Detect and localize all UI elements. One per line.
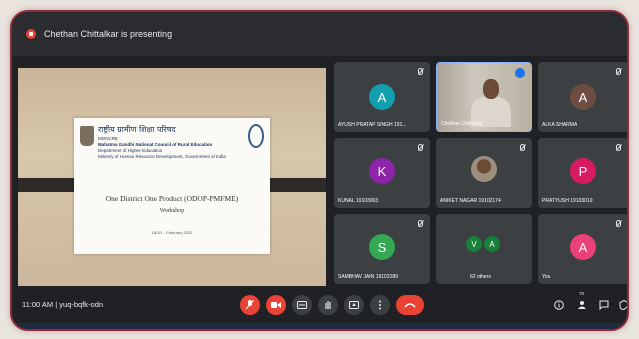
more-options-button[interactable]	[370, 295, 390, 315]
meet-window: Chethan Chittalkar is presenting राष्ट्र…	[10, 10, 629, 331]
participant-tile[interactable]: Chethan Chittalkar	[436, 62, 532, 132]
org-name: Mahatma Gandhi National Council of Rural…	[98, 142, 213, 147]
avatar: A	[570, 84, 596, 110]
avatar: A	[369, 84, 395, 110]
slide-title: One District One Product (ODOP-PMFME)	[105, 194, 239, 203]
leave-call-button[interactable]	[396, 295, 424, 315]
raise-hand-icon	[325, 301, 331, 309]
participant-name: SAMBHAV JAIN 19103189	[338, 274, 398, 280]
chat-button[interactable]	[597, 298, 611, 312]
avatar: P	[570, 158, 596, 184]
others-tile[interactable]: V A 62 others	[436, 214, 532, 284]
people-button[interactable]	[575, 298, 589, 312]
slide-date: 18/1/1 - February 2022	[151, 230, 193, 235]
mic-off-icon	[418, 68, 423, 75]
meeting-info: 11:00 AM | yuq-bqfk-odn	[22, 300, 103, 309]
mic-off-icon	[616, 144, 621, 151]
more-icon	[379, 300, 381, 310]
emblem-icon	[80, 126, 94, 146]
presenting-banner: Chethan Chittalkar is presenting	[44, 29, 173, 39]
org-header: राष्ट्रीय ग्रामीण शिक्षा परिषद MGNCRE Ma…	[98, 124, 238, 159]
hangup-icon	[404, 303, 416, 308]
participant-name: Chethan Chittalkar	[441, 121, 483, 127]
slide-document: राष्ट्रीय ग्रामीण शिक्षा परिषद MGNCRE Ma…	[74, 118, 270, 254]
participant-tile[interactable]: A ALKA SHARMA	[538, 62, 627, 132]
participant-name: ANIKET NAGAR 19102174	[440, 198, 501, 204]
others-count: 62 others	[470, 274, 491, 280]
participant-tile[interactable]: S SAMBHAV JAIN 19103189	[334, 214, 430, 284]
activities-button[interactable]	[617, 298, 627, 312]
meeting-separator: |	[55, 300, 58, 309]
participant-name: AYUSH PRATAP SINGH 191...	[338, 122, 407, 128]
people-icon	[578, 301, 586, 309]
shared-slide: राष्ट्रीय ग्रामीण शिक्षा परिषद MGNCRE Ma…	[18, 68, 326, 286]
present-icon	[349, 301, 359, 309]
present-button[interactable]	[344, 295, 364, 315]
top-bar: Chethan Chittalkar is presenting	[12, 12, 627, 56]
raise-hand-button[interactable]	[318, 295, 338, 315]
mic-off-icon	[418, 144, 423, 151]
avatar: K	[369, 158, 395, 184]
speaking-icon	[515, 68, 525, 78]
org-ministry: Ministry of Human Resource Development, …	[98, 154, 226, 159]
captions-icon	[297, 301, 307, 309]
camera-toggle-button[interactable]	[266, 295, 286, 315]
participant-name: PRATYUSH 19103019	[542, 198, 593, 204]
meeting-details-button[interactable]	[552, 298, 566, 312]
profile-photo	[471, 156, 497, 182]
org-hindi: राष्ट्रीय ग्रामीण शिक्षा परिषद	[98, 125, 176, 134]
info-icon	[554, 300, 564, 310]
mic-off-icon	[246, 300, 254, 310]
bottom-bar: 11:00 AM | yuq-bqfk-odn 70	[12, 289, 627, 323]
logo-text: MGNCRE	[98, 136, 118, 141]
people-count: 70	[579, 291, 585, 296]
participant-tile[interactable]: P PRATYUSH 19103019	[538, 138, 627, 208]
meeting-code: yuq-bqfk-odn	[59, 300, 104, 309]
avatar: S	[369, 234, 395, 260]
os-taskbar	[12, 323, 627, 329]
avatar: A	[570, 234, 596, 260]
mic-off-icon	[616, 68, 621, 75]
mic-toggle-button[interactable]	[240, 295, 260, 315]
captions-button[interactable]	[292, 295, 312, 315]
participant-tile[interactable]: K KUNAL 19103003	[334, 138, 430, 208]
participant-tile[interactable]: ANIKET NAGAR 19102174	[436, 138, 532, 208]
presentation-stage[interactable]: राष्ट्रीय ग्रामीण शिक्षा परिषद MGNCRE Ma…	[18, 68, 326, 286]
avatar: V	[466, 236, 482, 252]
participant-name: You	[542, 274, 551, 280]
participant-tile[interactable]: A AYUSH PRATAP SINGH 191...	[334, 62, 430, 132]
presenting-icon	[26, 29, 36, 39]
others-avatars: V A	[466, 236, 500, 252]
org-dept: Department of Higher Education	[98, 148, 163, 153]
slide-subtitle: Workshop	[159, 208, 185, 214]
participant-name: KUNAL 19103003	[338, 198, 379, 204]
mic-off-icon	[418, 220, 423, 227]
mic-off-icon	[520, 144, 525, 151]
avatar: A	[484, 236, 500, 252]
person-head	[483, 79, 499, 99]
self-tile[interactable]: A You	[538, 214, 627, 284]
mgncre-logo-icon	[248, 124, 264, 148]
camera-off-icon	[271, 302, 281, 308]
activities-icon	[619, 300, 627, 310]
mic-off-icon	[616, 220, 621, 227]
meeting-time: 11:00 AM	[22, 300, 54, 309]
chat-icon	[599, 300, 609, 310]
participant-name: ALKA SHARMA	[542, 122, 578, 128]
